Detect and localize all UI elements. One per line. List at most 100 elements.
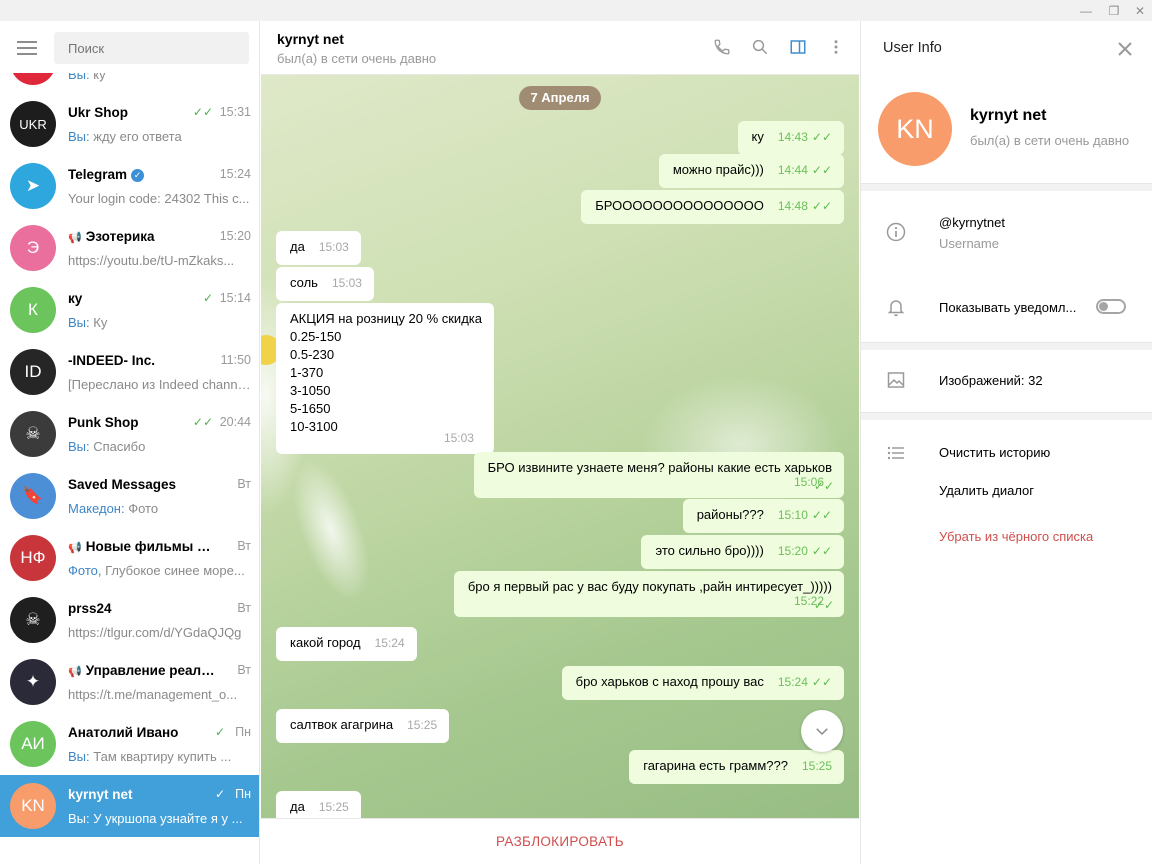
clear-history-action[interactable]: Очистить историю	[939, 445, 1050, 460]
toggle-info-panel-icon[interactable]	[786, 35, 810, 59]
chat-name-text: ку	[68, 291, 83, 306]
close-panel-button[interactable]	[1113, 37, 1137, 61]
incoming-message[interactable]: да 15:03	[276, 231, 361, 265]
read-checkmark-icon: ✓	[202, 291, 213, 305]
preview-text: Спасибо	[89, 439, 146, 454]
call-icon[interactable]	[710, 35, 734, 59]
chat-list-item[interactable]: ID -INDEED- Inc. 11:50 [Переслано из Indeed…	[0, 341, 259, 403]
conversation-header[interactable]: kyrnyt net был(а) в сети очень давно	[261, 21, 859, 75]
message-text: АКЦИЯ на розницу 20 % скидка 0.25-150 0.…	[290, 311, 482, 434]
info-icon	[885, 221, 907, 243]
outgoing-message[interactable]: ку 14:43 ✓✓	[737, 121, 844, 155]
conversation-panel: kyrnyt net был(а) в сети очень давно 7 А…	[261, 21, 859, 864]
more-menu-icon[interactable]	[824, 35, 848, 59]
outgoing-message[interactable]: это сильно бро)))) 15:20 ✓✓	[641, 535, 844, 569]
minimize-button[interactable]: —	[1074, 0, 1098, 21]
notifications-toggle[interactable]	[1096, 299, 1126, 314]
preview-sender: Вы:	[68, 749, 90, 764]
outgoing-message[interactable]: районы??? 15:10 ✓✓	[682, 499, 844, 533]
message-text: БРО извините узнаете меня? районы какие …	[487, 460, 832, 475]
chat-name-text: Punk Shop	[68, 415, 139, 430]
chat-list-item[interactable]: АИ Анатолий Ивано Пн ✓ Вы: Там квартиру купи…	[0, 713, 259, 775]
message-text: районы???	[696, 507, 764, 522]
chat-list-item[interactable]: Э 📢 Эзотерика 15:20 https://youtu.be/tU-mZka…	[0, 217, 259, 279]
chat-avatar: ☠	[10, 411, 56, 457]
outgoing-message[interactable]: бро харьков с наход прошу вас 15:24 ✓✓	[561, 666, 844, 700]
preview-text: https://tlgur.com/d/YGdaQJQg	[68, 625, 242, 640]
chat-time: 15:24	[219, 167, 251, 181]
message-text: да	[290, 799, 305, 814]
delete-dialog-action[interactable]: Удалить диалог	[939, 483, 1034, 498]
chat-time: 15:14	[219, 291, 251, 305]
hamburger-menu-icon[interactable]	[17, 41, 37, 55]
outgoing-message[interactable]: БРООООООООООООООО 14:48 ✓✓	[581, 190, 844, 224]
outgoing-message[interactable]: БРО извините узнаете меня? районы какие …	[473, 452, 844, 498]
chat-list-item[interactable]: ☠ Punk Shop 20:44 ✓✓ Вы: Спасибо	[0, 403, 259, 465]
chat-name-text: kyrnyt net	[68, 787, 133, 802]
chat-list-item[interactable]: ✦ 📢 Управление реальн... Вт https://t.me/man…	[0, 651, 259, 713]
message-meta: 15:03	[318, 275, 362, 290]
preview-text: Фото	[124, 501, 159, 516]
chat-avatar: ID	[10, 349, 56, 395]
outgoing-message[interactable]: бро я первый рас у вас буду покупать ,ра…	[453, 571, 844, 617]
incoming-message[interactable]: салтвок агагрина 15:25	[276, 709, 450, 743]
chat-name-text: Saved Messages	[68, 477, 177, 492]
scroll-down-button[interactable]	[801, 710, 843, 752]
chat-preview: Вы: У укршопа узнайте я у ...	[68, 811, 251, 826]
unblock-button[interactable]: РАЗБЛОКИРОВАТЬ	[496, 834, 624, 849]
incoming-message[interactable]: соль 15:03	[276, 267, 374, 301]
chat-list-item[interactable]: Кку 15:14 ✓ Вы: Ку	[0, 279, 259, 341]
search-input[interactable]	[54, 32, 249, 64]
chat-time: Вт	[237, 477, 251, 491]
chat-list-item[interactable]: KN kyrnyt net Пн ✓ Вы: У укршопа узнайте я у…	[0, 775, 259, 837]
chat-list-item[interactable]: ☠ prss24 Вт https://tlgur.com/d/YGdaQJQg	[0, 589, 259, 651]
incoming-message[interactable]: да 15:25	[276, 791, 361, 818]
chat-list-item[interactable]: 🔖 Saved Messages Вт Македон: Фото	[0, 465, 259, 527]
outgoing-message[interactable]: гагарина есть грамм??? 15:25	[629, 750, 844, 784]
message-time: 15:25	[801, 759, 832, 773]
chat-preview: Вы: жду его ответа	[68, 129, 251, 144]
message-meta: 15:10 ✓✓	[764, 507, 832, 522]
message-meta: 14:44 ✓✓	[764, 162, 832, 177]
outgoing-message[interactable]: можно прайс))) 14:44 ✓✓	[658, 154, 844, 188]
user-info-panel: User Info KN kyrnyt net был(а) в сети оч…	[860, 21, 1152, 864]
chat-list-item[interactable]: UKR Ukr Shop 15:31 ✓✓ Вы: жду его ответа	[0, 93, 259, 155]
chat-list-item[interactable]: ➤ Telegram ✓ 15:24 Your login code: 24302 Th…	[0, 155, 259, 217]
panel-title: User Info	[883, 40, 942, 56]
chat-name: 📢 Управление реальн...	[68, 663, 218, 678]
peer-status: был(а) в сети очень давно	[277, 51, 437, 66]
image-icon	[885, 369, 907, 391]
message-meta: 15:22 ✓✓	[794, 594, 834, 614]
message-text: можно прайс)))	[672, 162, 764, 177]
read-checkmark-icon: ✓✓	[811, 544, 832, 558]
incoming-message[interactable]: какой город 15:24	[276, 627, 417, 661]
close-window-button[interactable]: ✕	[1128, 0, 1152, 21]
chat-name: Saved Messages	[68, 477, 218, 492]
message-text: бро я первый рас у вас буду покупать ,ра…	[467, 579, 832, 594]
profile-avatar[interactable]: KN	[878, 92, 952, 166]
username-value[interactable]: @kyrnytnet	[939, 215, 1005, 230]
profile-name: kyrnyt net	[970, 107, 1047, 124]
minimize-icon: —	[1080, 3, 1092, 18]
chat-list-item[interactable]: НФ 📢 Новые фильмы он... Вт Фото, Глубокое си…	[0, 527, 259, 589]
read-checkmark-icon: ✓✓	[192, 105, 213, 119]
maximize-button[interactable]: ❐	[1102, 0, 1126, 21]
message-meta: 15:24	[361, 635, 405, 650]
preview-text: [Переслано из Indeed channe...	[68, 377, 251, 392]
chat-name-text: Управление реальн...	[85, 663, 218, 678]
profile-status: был(а) в сети очень давно	[970, 133, 1130, 148]
preview-text: Ку	[89, 315, 108, 330]
chat-name-text: Новые фильмы он...	[85, 539, 218, 554]
incoming-message[interactable]: АКЦИЯ на розницу 20 % скидка 0.25-150 0.…	[276, 303, 494, 454]
remove-from-blacklist-action[interactable]: Убрать из чёрного списка	[939, 529, 1093, 544]
chat-time: Пн	[235, 787, 251, 801]
chat-preview: Вы: Спасибо	[68, 439, 251, 454]
chat-list-panel: VSVkladetShop15:41✓Вы: куUKRUkr Shop15:3…	[0, 21, 260, 864]
images-count[interactable]: Изображений: 32	[939, 373, 1043, 388]
message-area[interactable]: 7 Апреля ку 14:43 ✓✓ можно прайс))) 14:44 ✓✓ Б…	[261, 75, 859, 818]
search-icon[interactable]	[748, 35, 772, 59]
background-petal-decoration	[277, 449, 385, 611]
notifications-label: Показывать уведомл...	[939, 300, 1077, 315]
message-text: бро харьков с наход прошу вас	[575, 674, 764, 689]
message-time: 15:24	[777, 675, 808, 689]
